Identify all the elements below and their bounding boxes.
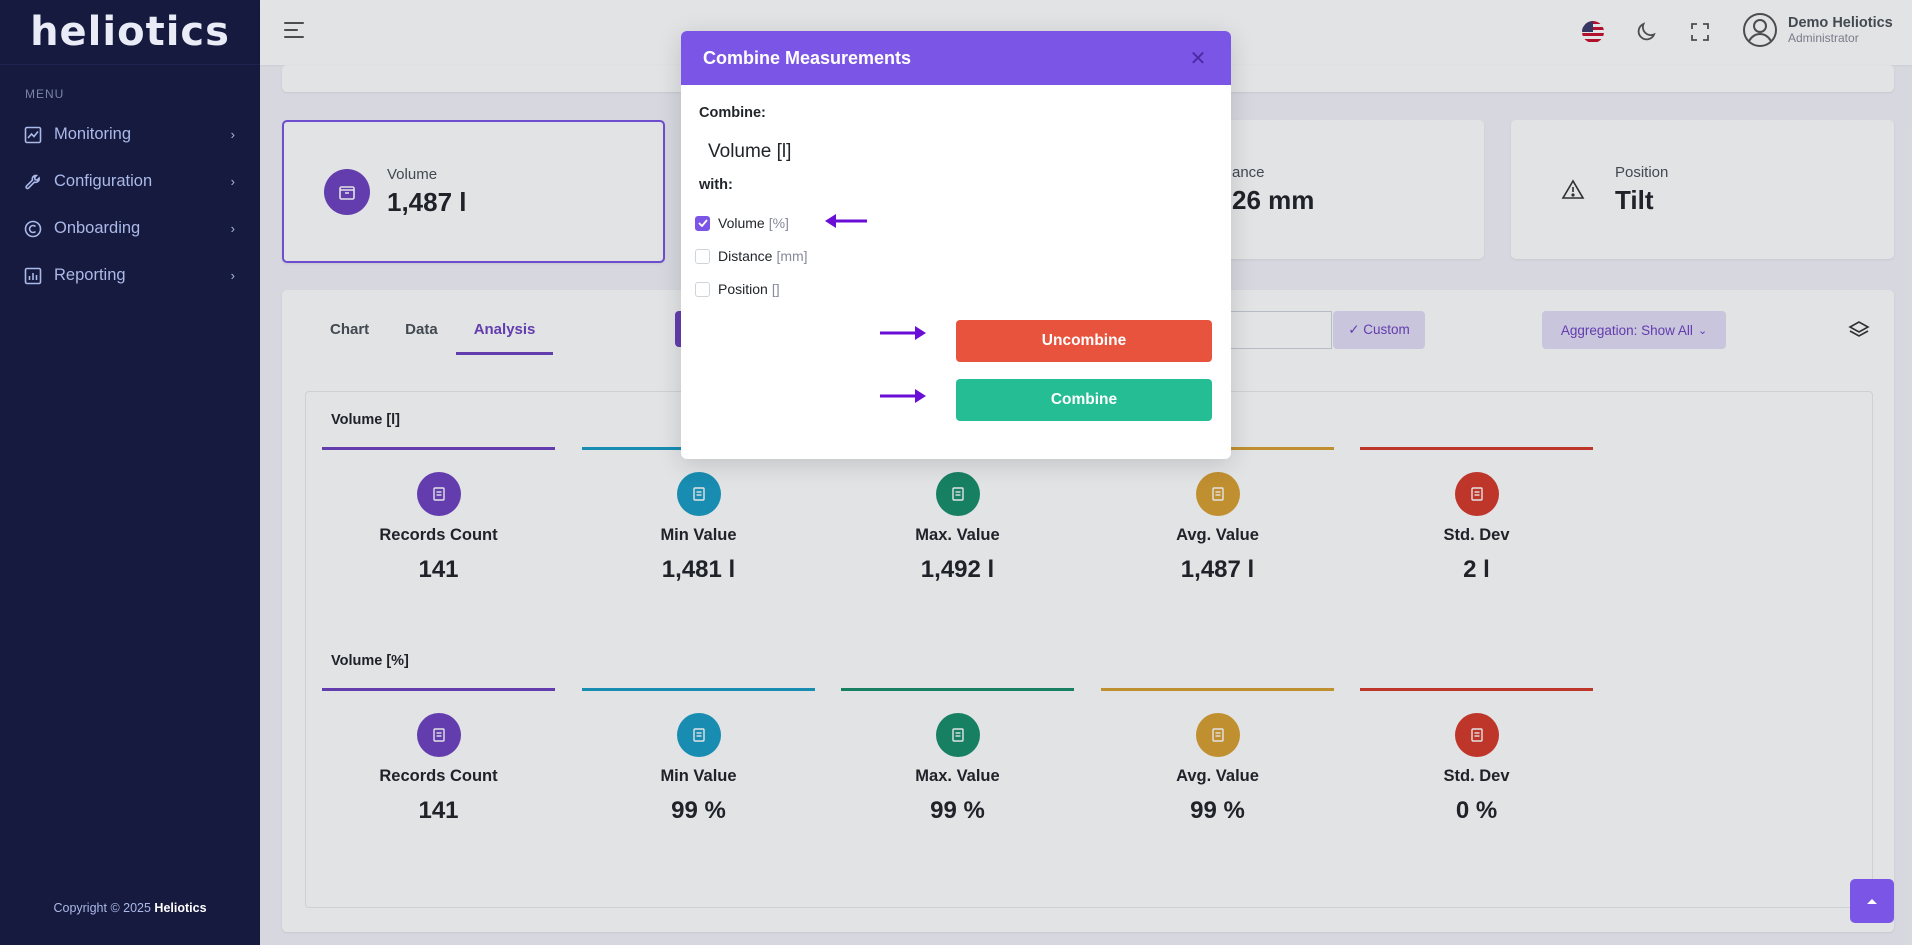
option-position[interactable]: Position [] (695, 281, 780, 297)
chevron-right-icon: › (230, 174, 235, 189)
option-label: Distance (718, 248, 773, 264)
arrow-right-icon (880, 326, 926, 340)
copyright: Copyright © 2025 Heliotics (0, 901, 260, 915)
logo[interactable]: heliotics (0, 0, 260, 65)
close-icon[interactable]: ✕ (1187, 46, 1209, 71)
uncombine-button[interactable]: Uncombine (956, 320, 1212, 362)
sidebar-item-configuration[interactable]: Configuration › (0, 158, 260, 205)
caret-up-icon (1867, 899, 1877, 904)
copyright-text: Copyright © 2025 (53, 901, 151, 915)
sidebar-item-label: Configuration (54, 172, 153, 190)
combine-measurements-modal: Combine Measurements ✕ Combine: Volume [… (681, 31, 1231, 459)
option-label: Volume (718, 215, 765, 231)
copyright-brand: Heliotics (154, 901, 207, 915)
option-distance[interactable]: Distance [mm] (695, 248, 808, 264)
option-unit: [mm] (776, 248, 808, 264)
combine-label: Combine: (699, 105, 766, 121)
sidebar-item-label: Reporting (54, 266, 126, 284)
check-icon (697, 219, 708, 227)
chevron-right-icon: › (230, 127, 235, 142)
wrench-icon (25, 174, 40, 189)
sidebar-item-label: Onboarding (54, 219, 141, 237)
checkbox[interactable] (695, 281, 710, 297)
chevron-right-icon: › (230, 268, 235, 283)
scroll-to-top-button[interactable] (1850, 879, 1894, 923)
sidebar-item-onboarding[interactable]: Onboarding › (0, 205, 260, 252)
menu-title: MENU (25, 87, 65, 101)
checkbox-checked[interactable] (695, 215, 710, 231)
combine-button[interactable]: Combine (956, 379, 1212, 421)
chevron-right-icon: › (230, 221, 235, 236)
option-label: Position (718, 281, 768, 297)
option-unit: [] (771, 281, 780, 297)
sidebar-item-label: Monitoring (54, 125, 132, 143)
checkbox[interactable] (695, 248, 710, 264)
option-unit: [%] (768, 215, 789, 231)
arrow-right-icon (880, 389, 926, 403)
modal-header: Combine Measurements ✕ (681, 31, 1231, 85)
logo-text: heliotics (30, 9, 230, 55)
modal-title: Combine Measurements (703, 47, 912, 68)
combine-value: Volume [l] (708, 141, 792, 162)
sidebar-item-reporting[interactable]: Reporting › (0, 252, 260, 299)
onboarding-icon (24, 220, 42, 237)
chart-line-icon (24, 126, 42, 143)
sidebar-item-monitoring[interactable]: Monitoring › (0, 111, 260, 158)
bar-chart-icon (24, 267, 42, 284)
sidebar: heliotics MENU Monitoring › Configuratio… (0, 0, 260, 945)
with-label: with: (699, 177, 733, 193)
option-volume[interactable]: Volume [%] (695, 215, 789, 231)
arrow-left-icon (825, 214, 867, 228)
